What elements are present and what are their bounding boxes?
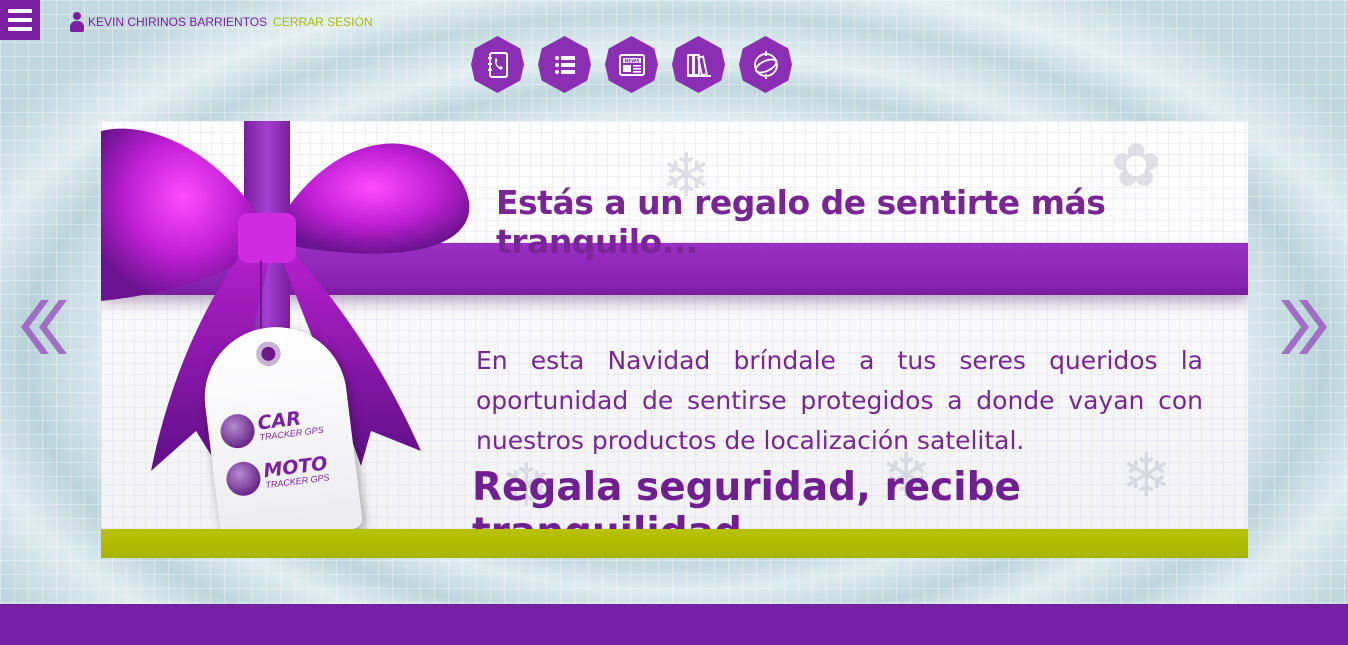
carousel-slide[interactable]: ❄ ✿ ❄ ❄ ❄ CAR TRACKER GPS MOTO TRACKER G… (101, 121, 1248, 558)
motorcycle-icon (224, 459, 263, 498)
satellite-button[interactable] (739, 36, 792, 93)
svg-text:NEWS: NEWS (624, 58, 639, 64)
satellite-icon (753, 50, 778, 79)
library-button[interactable] (672, 36, 725, 93)
contacts-icon (487, 51, 508, 78)
list-button[interactable] (538, 36, 591, 93)
menu-bar-icon (8, 9, 32, 13)
news-button[interactable]: NEWS (605, 36, 658, 93)
green-band (101, 529, 1248, 558)
nav-icon-row: NEWS (471, 36, 792, 93)
tag-moto-tracker: MOTO TRACKER GPS (224, 452, 330, 498)
car-icon (218, 412, 257, 451)
hamburger-menu-button[interactable] (0, 0, 40, 40)
user-name: KEVIN CHIRINOS BARRIENTOS (88, 15, 268, 29)
slide-headline: Estás a un regalo de sentirte más tranqu… (496, 183, 1106, 261)
user-bar: KEVIN CHIRINOS BARRIENTOS CERRAR SESIÓN (70, 10, 373, 34)
library-icon (686, 53, 711, 77)
slide-body-text: En esta Navidad bríndale a tus seres que… (476, 346, 1203, 455)
contacts-button[interactable] (471, 36, 524, 93)
tag-car-tracker: CAR TRACKER GPS (218, 404, 325, 451)
footer-bar (0, 604, 1348, 645)
logout-link[interactable]: CERRAR SESIÓN (273, 15, 372, 29)
carousel-prev-button[interactable] (15, 298, 67, 356)
user-icon (70, 12, 84, 32)
menu-bar-icon (8, 18, 32, 22)
tag-hole (255, 340, 282, 368)
list-icon (554, 55, 575, 74)
carousel-next-button[interactable] (1281, 298, 1333, 356)
menu-bar-icon (8, 27, 32, 31)
news-icon: NEWS (618, 53, 645, 76)
